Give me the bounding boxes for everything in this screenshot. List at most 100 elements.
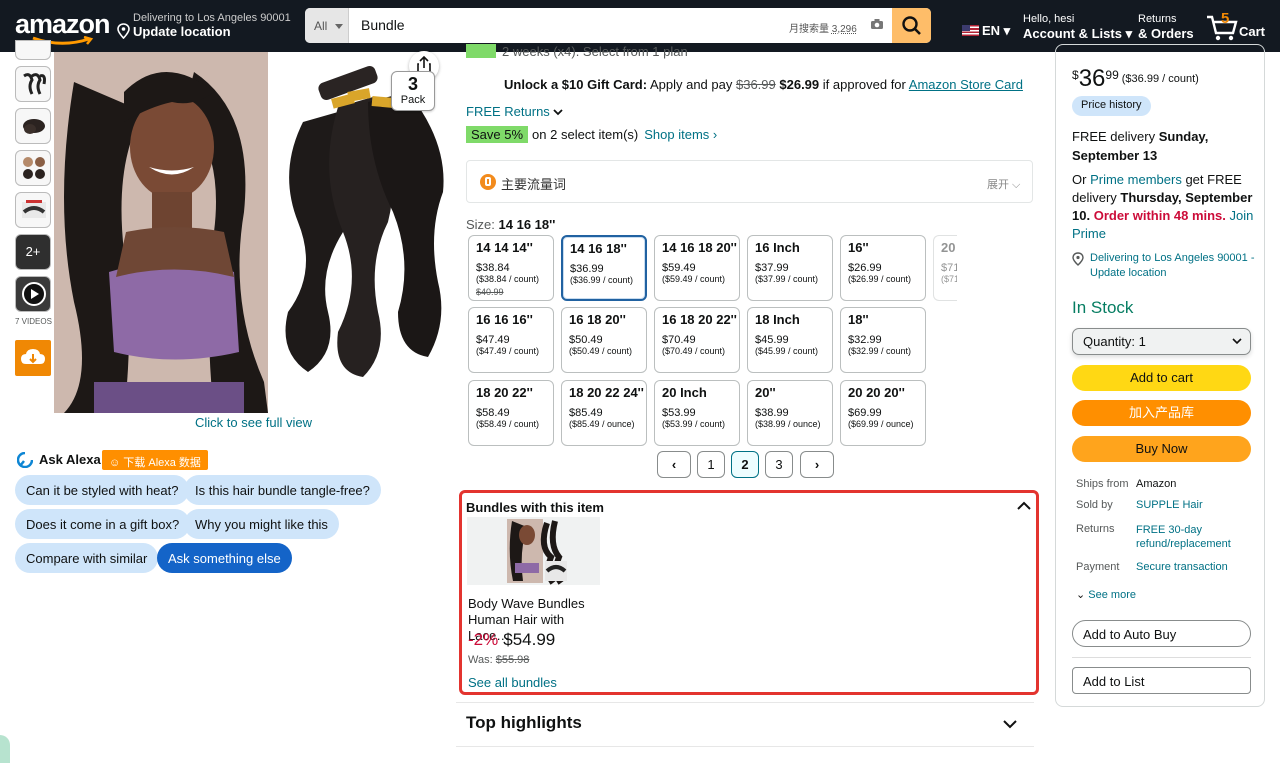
thumbnail-image[interactable] (15, 66, 51, 102)
account-lists[interactable]: Hello, hesi Account & Lists ▾ (1023, 13, 1132, 42)
size-option[interactable]: 14 16 18 20'' $59.49 ($59.49 / count) (654, 235, 740, 301)
returns-orders[interactable]: Returns & Orders (1138, 13, 1194, 41)
monthly-search-volume: 月搜索量 3,296 (789, 24, 857, 35)
see-more-toggle[interactable]: ⌄ See more (1076, 588, 1136, 601)
size-option-name: 16'' (848, 240, 869, 255)
free-returns-link[interactable]: FREE Returns (466, 104, 564, 119)
price-history-button[interactable]: Price history (1072, 96, 1151, 116)
search-input[interactable]: Bundle (361, 17, 405, 33)
top-highlights-heading[interactable]: Top highlights (466, 713, 582, 733)
thumbnail-image[interactable] (15, 40, 51, 60)
size-option-price: $37.99 (755, 262, 789, 274)
download-alexa-data-button[interactable]: ☺ 下载 Alexa 数据 (102, 450, 208, 470)
add-to-list-button[interactable]: Add to List (1072, 667, 1251, 694)
update-location-link[interactable]: Delivering to Los Angeles 90001 - Update… (1090, 251, 1256, 281)
pager-page-current[interactable]: 2 (731, 451, 759, 478)
more-thumbnails[interactable]: 2+ (15, 234, 51, 270)
size-option-unit-price: ($50.49 / count) (569, 346, 633, 356)
language-selector[interactable]: EN ▾ (962, 23, 1010, 39)
size-option[interactable]: 18'' $32.99 ($32.99 / count) (840, 307, 926, 373)
alexa-question-chip[interactable]: Why you might like this (184, 509, 339, 539)
alexa-question-chip[interactable]: Compare with similar (15, 543, 159, 573)
video-thumbnail[interactable] (15, 276, 51, 312)
thumbnail-image[interactable] (15, 192, 51, 228)
caret-down-icon (335, 24, 343, 29)
camera-icon[interactable] (870, 18, 884, 30)
size-option-unit-price: ($37.99 / count) (755, 274, 819, 284)
bundle-was-price: Was: $55.98 (468, 654, 530, 666)
sold-by-label: Sold by (1076, 499, 1113, 511)
add-to-cart-button[interactable]: Add to cart (1072, 365, 1251, 391)
download-button[interactable] (15, 340, 51, 376)
size-option-name: 20'' (755, 385, 776, 400)
size-option-price: $85.49 (569, 407, 603, 419)
size-option-selected[interactable]: 14 16 18'' $36.99 ($36.99 / count) (561, 235, 647, 301)
quantity-select[interactable]: Quantity: 1 (1072, 328, 1251, 355)
size-option-price: $45.99 (755, 334, 789, 346)
size-option[interactable]: 20 Inch $53.99 ($53.99 / count) (654, 380, 740, 446)
gift-card-offer: Unlock a $10 Gift Card: Apply and pay $3… (504, 77, 1023, 92)
size-option[interactable]: 16'' $26.99 ($26.99 / count) (840, 235, 926, 301)
pager-prev[interactable]: ‹ (657, 451, 691, 478)
chevron-down-icon (1232, 338, 1242, 345)
size-option[interactable]: 18 20 22'' $58.49 ($58.49 / count) (468, 380, 554, 446)
size-option[interactable]: 16 18 20'' $50.49 ($50.49 / count) (561, 307, 647, 373)
size-option-unit-price: ($38.99 / ounce) (755, 419, 821, 429)
location-pin-icon (117, 23, 130, 39)
pager-page[interactable]: 1 (697, 451, 725, 478)
pack-badge: 3 Pack (391, 71, 435, 111)
size-option[interactable]: 18 20 22 24'' $85.49 ($85.49 / ounce) (561, 380, 647, 446)
store-card-link[interactable]: Amazon Store Card (909, 77, 1023, 92)
search-category-select[interactable]: All (305, 8, 349, 43)
size-option[interactable]: 16 18 20 22'' $70.49 ($70.49 / count) (654, 307, 740, 373)
size-option-price: $71.4 (941, 262, 957, 274)
thumbnail-image[interactable] (15, 108, 51, 144)
secure-transaction-link[interactable]: Secure transaction (1136, 561, 1228, 573)
bundle-product-image[interactable] (467, 517, 600, 585)
size-option[interactable]: 14 14 14'' $38.84 ($38.84 / count) $40.99 (468, 235, 554, 301)
see-all-bundles-link[interactable]: See all bundles (468, 675, 557, 690)
alexa-question-chip[interactable]: Can it be styled with heat? (15, 475, 190, 505)
add-to-auto-buy-button[interactable]: Add to Auto Buy (1072, 620, 1251, 647)
full-view-link[interactable]: Click to see full view (195, 415, 312, 430)
size-option-price: $36.99 (570, 263, 604, 275)
size-option-price: $59.49 (662, 262, 696, 274)
size-option-name: 18 20 22 24'' (569, 385, 644, 400)
size-option-unit-price: ($26.99 / count) (848, 274, 912, 284)
alexa-question-chip[interactable]: Does it come in a gift box? (15, 509, 191, 539)
keyword-icon (480, 174, 496, 190)
ships-from-label: Ships from (1076, 478, 1129, 490)
prime-members-link[interactable]: Prime members (1090, 172, 1182, 187)
main-keywords-panel[interactable]: 主要流量词 展开 ⌵ (466, 160, 1033, 203)
size-option-name: 14 14 14'' (476, 240, 533, 255)
search-button[interactable] (892, 8, 931, 43)
seller-link[interactable]: SUPPLE Hair (1136, 499, 1203, 511)
pack-label: Pack (400, 94, 426, 106)
size-option-name: 20 20 20'' (848, 385, 905, 400)
chevron-up-icon[interactable] (1016, 499, 1032, 511)
subscribe-plan-line: 2 weeks (x4). Select from 1 plan (466, 44, 688, 59)
shop-items-link[interactable]: Shop items › (644, 127, 717, 142)
main-product-image[interactable] (54, 52, 268, 413)
cart-button[interactable]: 5 Cart (1205, 10, 1275, 42)
pager-next[interactable]: › (800, 451, 834, 478)
alexa-question-chip[interactable]: Is this hair bundle tangle-free? (184, 475, 381, 505)
ask-something-else-button[interactable]: Ask something else (157, 543, 292, 573)
thumbnail-image[interactable] (15, 150, 51, 186)
divider (456, 702, 1034, 703)
returns-label: Returns (1138, 13, 1177, 25)
size-option[interactable]: 20 2 $71.4($71.4 (933, 235, 957, 301)
buy-now-button[interactable]: Buy Now (1072, 436, 1251, 462)
size-option[interactable]: 18 Inch $45.99 ($45.99 / count) (747, 307, 833, 373)
size-option[interactable]: 20'' $38.99 ($38.99 / ounce) (747, 380, 833, 446)
size-option[interactable]: 16 16 16'' $47.49 ($47.49 / count) (468, 307, 554, 373)
expand-toggle[interactable]: 展开 ⌵ (987, 176, 1020, 192)
add-to-library-button[interactable]: 加入产品库 (1072, 400, 1251, 426)
size-option[interactable]: 16 Inch $37.99 ($37.99 / count) (747, 235, 833, 301)
returns-label: Returns (1076, 523, 1115, 535)
returns-policy-link[interactable]: FREE 30-day refund/replacement (1136, 523, 1246, 551)
cart-label: Cart (1239, 24, 1266, 39)
size-option[interactable]: 20 20 20'' $69.99 ($69.99 / ounce) (840, 380, 926, 446)
chevron-down-icon[interactable] (1002, 718, 1018, 730)
pager-page[interactable]: 3 (765, 451, 793, 478)
